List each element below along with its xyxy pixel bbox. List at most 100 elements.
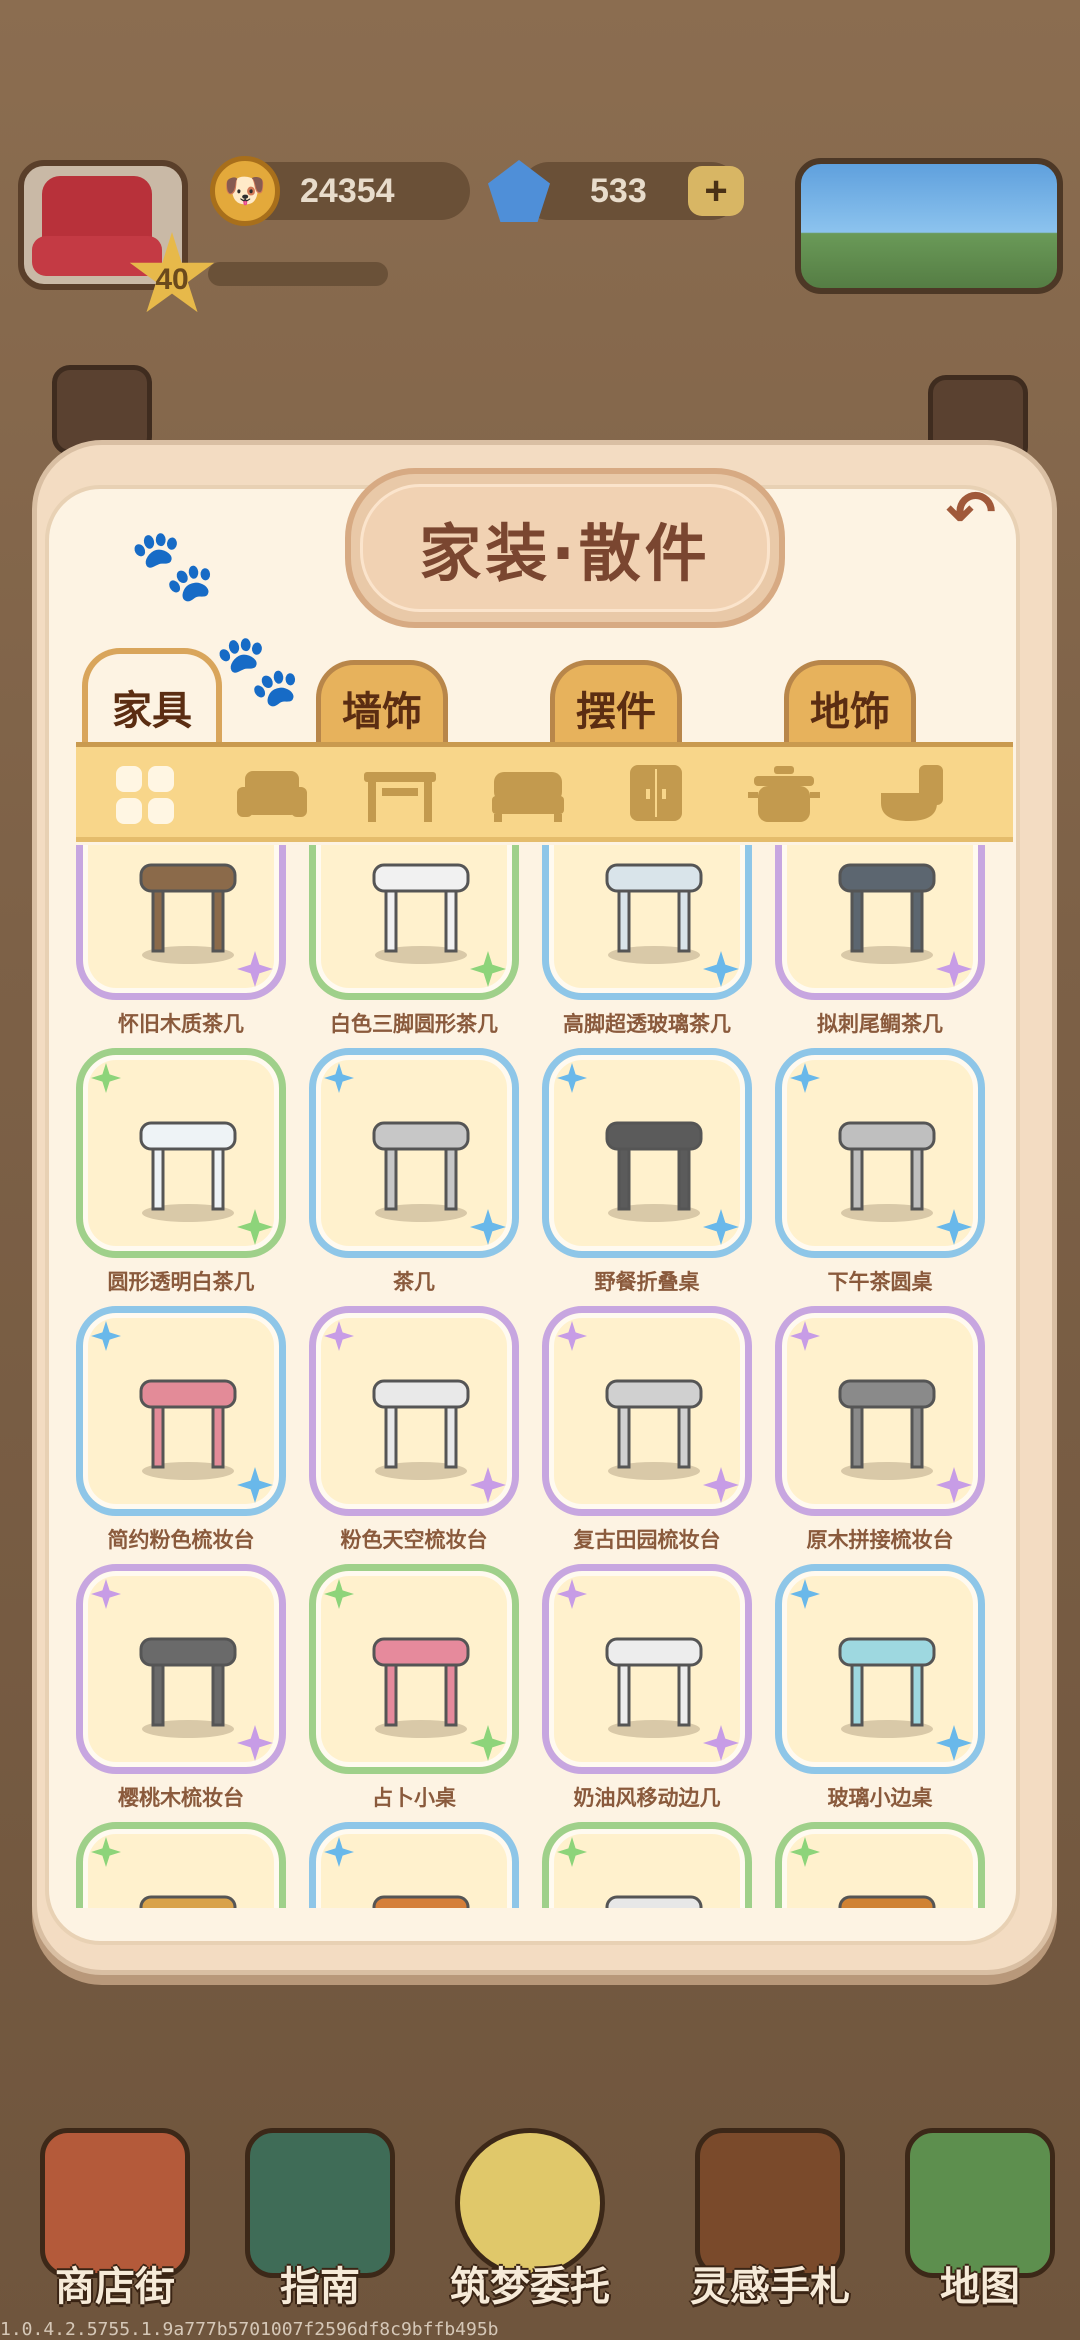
nav-map[interactable]: 地图 xyxy=(880,2128,1080,2312)
item-card[interactable] xyxy=(775,1822,985,1908)
nav-inspiration[interactable]: 灵感手札 xyxy=(670,2128,870,2312)
cabinet-icon[interactable] xyxy=(617,763,695,827)
item-card-frame xyxy=(775,1564,985,1774)
item-card[interactable]: 原木拼接梳妆台 xyxy=(775,1306,985,1552)
nav-guide[interactable]: 指南 xyxy=(220,2128,420,2312)
tab-label: 地饰 xyxy=(810,688,890,735)
item-card[interactable]: 樱桃木梳妆台 xyxy=(76,1564,286,1810)
nav-label: 灵感手札 xyxy=(690,2264,850,2310)
coin-amount: 24354 xyxy=(300,171,395,210)
paw-decoration-icon: 🐾 xyxy=(129,524,217,606)
item-card[interactable]: 怀旧木质茶几 xyxy=(76,845,286,1036)
furniture-thumbnail xyxy=(589,845,719,967)
tab-ornaments[interactable]: 摆件 xyxy=(550,660,682,750)
gem-amount: 533 xyxy=(590,171,647,210)
item-card[interactable]: 占卜小桌 xyxy=(309,1564,519,1810)
item-card[interactable] xyxy=(309,1822,519,1908)
furniture-thumbnail xyxy=(822,1353,952,1483)
nav-label: 商店街 xyxy=(55,2264,175,2310)
item-name: 原木拼接梳妆台 xyxy=(806,1528,954,1552)
item-card[interactable]: 简约粉色梳妆台 xyxy=(76,1306,286,1552)
item-card[interactable]: 白色三脚圆形茶几 xyxy=(309,845,519,1036)
add-gems-button[interactable]: + xyxy=(688,166,744,216)
furniture-thumbnail xyxy=(589,1611,719,1741)
item-card[interactable]: 奶油风移动边几 xyxy=(542,1564,752,1810)
table-icon[interactable] xyxy=(361,763,439,827)
furniture-thumbnail xyxy=(822,1869,952,1908)
nav-label: 筑梦委托 xyxy=(450,2264,610,2310)
item-card-frame xyxy=(76,1822,286,1908)
item-name: 怀旧木质茶几 xyxy=(118,1012,244,1036)
item-card[interactable]: 拟刺尾鲷茶几 xyxy=(775,845,985,1036)
item-card-frame xyxy=(542,1048,752,1258)
item-card-frame xyxy=(309,1306,519,1516)
nav-label: 指南 xyxy=(280,2264,360,2310)
item-name: 樱桃木梳妆台 xyxy=(118,1786,244,1810)
paw-decoration-icon: 🐾 xyxy=(214,629,302,711)
item-card[interactable]: 圆形透明白茶几 xyxy=(76,1048,286,1294)
bottom-nav: 商店街 指南 筑梦委托 灵感手札 地图 xyxy=(0,2110,1080,2340)
item-card[interactable]: 高脚超透玻璃茶几 xyxy=(542,845,752,1036)
sparkle-icon xyxy=(557,1837,587,1867)
item-name: 拟刺尾鲷茶几 xyxy=(817,1012,943,1036)
item-card-frame xyxy=(542,1306,752,1516)
sofa-icon[interactable] xyxy=(233,763,311,827)
sparkle-icon xyxy=(790,1321,820,1351)
item-card[interactable]: 野餐折叠桌 xyxy=(542,1048,752,1294)
pot-icon[interactable] xyxy=(745,763,823,827)
furniture-thumbnail xyxy=(356,845,486,967)
undo-arrow-icon[interactable]: ↶ xyxy=(936,478,1006,548)
item-card[interactable] xyxy=(542,1822,752,1908)
panel-title: 家装·散件 xyxy=(360,484,770,612)
item-grid: 怀旧木质茶几 白色三脚圆形茶几 高脚超透玻璃茶几 拟刺尾鲷茶几圆形透明白茶几 茶几 野餐折… xyxy=(76,845,996,1908)
nav-commission[interactable]: 筑梦委托 xyxy=(430,2128,630,2312)
furniture-thumbnail xyxy=(123,1095,253,1225)
sparkle-icon xyxy=(790,1579,820,1609)
item-card-frame xyxy=(775,1306,985,1516)
nav-label: 地图 xyxy=(940,2264,1020,2310)
item-card-frame xyxy=(542,1564,752,1774)
tab-label: 家具 xyxy=(112,688,192,734)
furniture-thumbnail xyxy=(123,845,253,967)
item-card[interactable]: 复古田园梳妆台 xyxy=(542,1306,752,1552)
furniture-thumbnail xyxy=(822,1095,952,1225)
item-name: 复古田园梳妆台 xyxy=(573,1528,721,1552)
item-card-frame xyxy=(542,1822,752,1908)
dog-coin-icon: 🐶 xyxy=(210,156,280,226)
sparkle-icon xyxy=(324,1579,354,1609)
bed-icon[interactable] xyxy=(489,763,567,827)
item-name: 玻璃小边桌 xyxy=(827,1786,933,1810)
tab-wall-decor[interactable]: 墙饰 xyxy=(316,660,448,750)
item-name: 奶油风移动边几 xyxy=(573,1786,721,1810)
item-card[interactable]: 茶几 xyxy=(309,1048,519,1294)
item-card[interactable]: 粉色天空梳妆台 xyxy=(309,1306,519,1552)
xp-bar xyxy=(208,262,388,286)
furniture-thumbnail xyxy=(123,1869,253,1908)
item-card-frame xyxy=(309,1564,519,1774)
item-card-frame xyxy=(76,845,286,1000)
build-code: 1.0.4.2.5755.1.9a777b5701007f2596df8c9bf… xyxy=(0,2319,499,2340)
tab-floor-decor[interactable]: 地饰 xyxy=(784,660,916,750)
game-screen: 40 24354 🐶 533 + 🐾 🐾 家装·散件 ↶ 家具 墙饰 摆件 地饰 xyxy=(0,0,1080,2340)
tab-label: 摆件 xyxy=(576,688,656,735)
furniture-thumbnail xyxy=(589,1095,719,1225)
toilet-icon[interactable] xyxy=(873,763,951,827)
item-card[interactable]: 玻璃小边桌 xyxy=(775,1564,985,1810)
item-card[interactable] xyxy=(76,1822,286,1908)
item-name: 粉色天空梳妆台 xyxy=(340,1528,488,1552)
furniture-thumbnail xyxy=(589,1353,719,1483)
scene-preview-button[interactable] xyxy=(795,158,1063,294)
grid-all-icon[interactable] xyxy=(106,763,184,827)
sparkle-icon xyxy=(557,1579,587,1609)
item-card-frame xyxy=(309,1048,519,1258)
sparkle-icon xyxy=(324,1063,354,1093)
furniture-thumbnail xyxy=(123,1611,253,1741)
item-name: 占卜小桌 xyxy=(372,1786,456,1810)
item-card-frame xyxy=(775,845,985,1000)
nav-shop[interactable]: 商店街 xyxy=(15,2128,215,2312)
furniture-thumbnail xyxy=(123,1353,253,1483)
furniture-thumbnail xyxy=(356,1353,486,1483)
item-name: 野餐折叠桌 xyxy=(594,1270,700,1294)
sparkle-icon xyxy=(557,1321,587,1351)
item-card[interactable]: 下午茶圆桌 xyxy=(775,1048,985,1294)
